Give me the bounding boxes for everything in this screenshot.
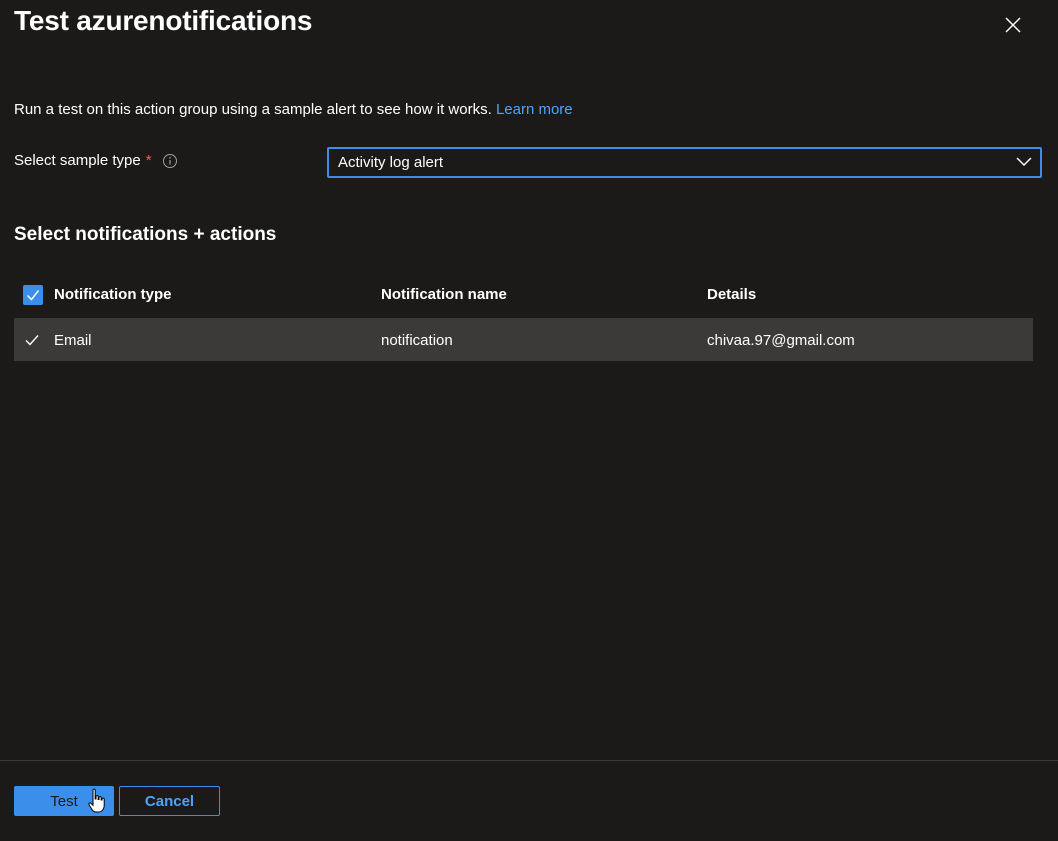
row-details: chivaa.97@gmail.com bbox=[707, 332, 855, 349]
column-header-details[interactable]: Details bbox=[707, 286, 756, 303]
sample-type-label-text: Select sample type bbox=[14, 152, 141, 169]
description-body: Run a test on this action group using a … bbox=[14, 101, 492, 118]
table-row[interactable]: Email notification chivaa.97@gmail.com bbox=[14, 318, 1033, 361]
checkmark-icon bbox=[25, 335, 39, 346]
row-notification-type: Email bbox=[54, 332, 92, 349]
row-checkbox[interactable] bbox=[23, 331, 41, 349]
chevron-down-icon bbox=[1016, 157, 1032, 167]
column-header-notification-type[interactable]: Notification type bbox=[54, 286, 172, 303]
column-header-notification-name[interactable]: Notification name bbox=[381, 286, 507, 303]
checkmark-icon bbox=[26, 290, 40, 301]
sample-type-label: Select sample type * bbox=[14, 152, 178, 169]
test-action-group-panel: Test azurenotifications Run a test on th… bbox=[0, 0, 1058, 841]
section-heading: Select notifications + actions bbox=[14, 224, 277, 245]
close-button[interactable] bbox=[998, 10, 1028, 40]
page-title: Test azurenotifications bbox=[14, 5, 313, 36]
info-icon[interactable] bbox=[162, 153, 178, 169]
footer-bar: Test Cancel bbox=[0, 760, 1058, 841]
table-header: Notification type Notification name Deta… bbox=[14, 276, 1033, 314]
hand-cursor-icon bbox=[88, 788, 105, 813]
description-text: Run a test on this action group using a … bbox=[14, 101, 573, 118]
required-marker: * bbox=[145, 152, 152, 169]
cancel-button[interactable]: Cancel bbox=[119, 786, 220, 816]
sample-type-dropdown[interactable]: Activity log alert bbox=[327, 147, 1042, 178]
learn-more-link[interactable]: Learn more bbox=[496, 101, 573, 118]
close-icon[interactable] bbox=[998, 10, 1028, 40]
row-notification-name: notification bbox=[381, 332, 453, 349]
select-all-checkbox[interactable] bbox=[23, 285, 43, 305]
sample-type-selected-value: Activity log alert bbox=[338, 154, 444, 171]
